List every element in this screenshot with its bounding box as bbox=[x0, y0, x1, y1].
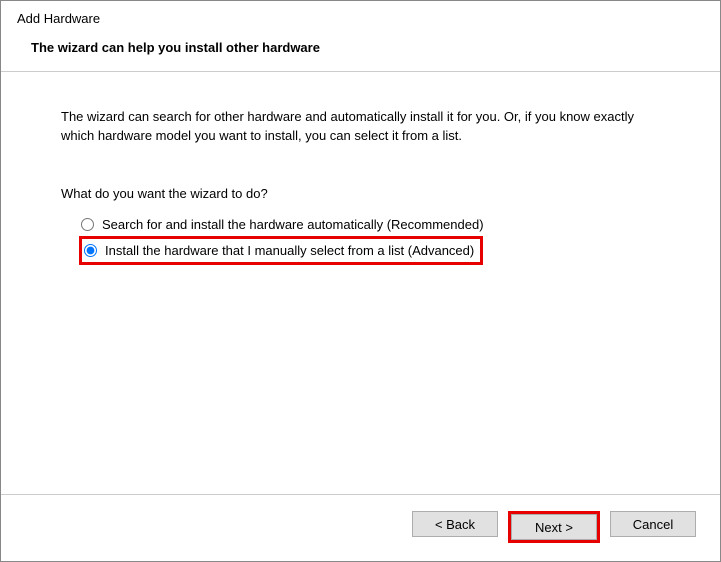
option-manual-select[interactable]: Install the hardware that I manually sel… bbox=[79, 236, 483, 265]
back-button[interactable]: < Back bbox=[412, 511, 498, 537]
option-label-search-auto: Search for and install the hardware auto… bbox=[102, 217, 484, 232]
radio-manual-select[interactable] bbox=[84, 244, 97, 257]
radio-search-auto[interactable] bbox=[81, 218, 94, 231]
option-search-auto[interactable]: Search for and install the hardware auto… bbox=[79, 213, 660, 236]
prompt-text: What do you want the wizard to do? bbox=[61, 186, 660, 201]
next-button-highlight: Next > bbox=[508, 511, 600, 543]
option-label-manual-select: Install the hardware that I manually sel… bbox=[105, 243, 474, 258]
cancel-button[interactable]: Cancel bbox=[610, 511, 696, 537]
page-subtitle: The wizard can help you install other ha… bbox=[17, 40, 704, 55]
wizard-content: The wizard can search for other hardware… bbox=[1, 72, 720, 494]
window-title: Add Hardware bbox=[17, 11, 704, 26]
next-button[interactable]: Next > bbox=[511, 514, 597, 540]
wizard-header: Add Hardware The wizard can help you ins… bbox=[1, 1, 720, 72]
radio-options: Search for and install the hardware auto… bbox=[61, 213, 660, 265]
wizard-footer: < Back Next > Cancel bbox=[1, 494, 720, 561]
description-text: The wizard can search for other hardware… bbox=[61, 108, 660, 146]
